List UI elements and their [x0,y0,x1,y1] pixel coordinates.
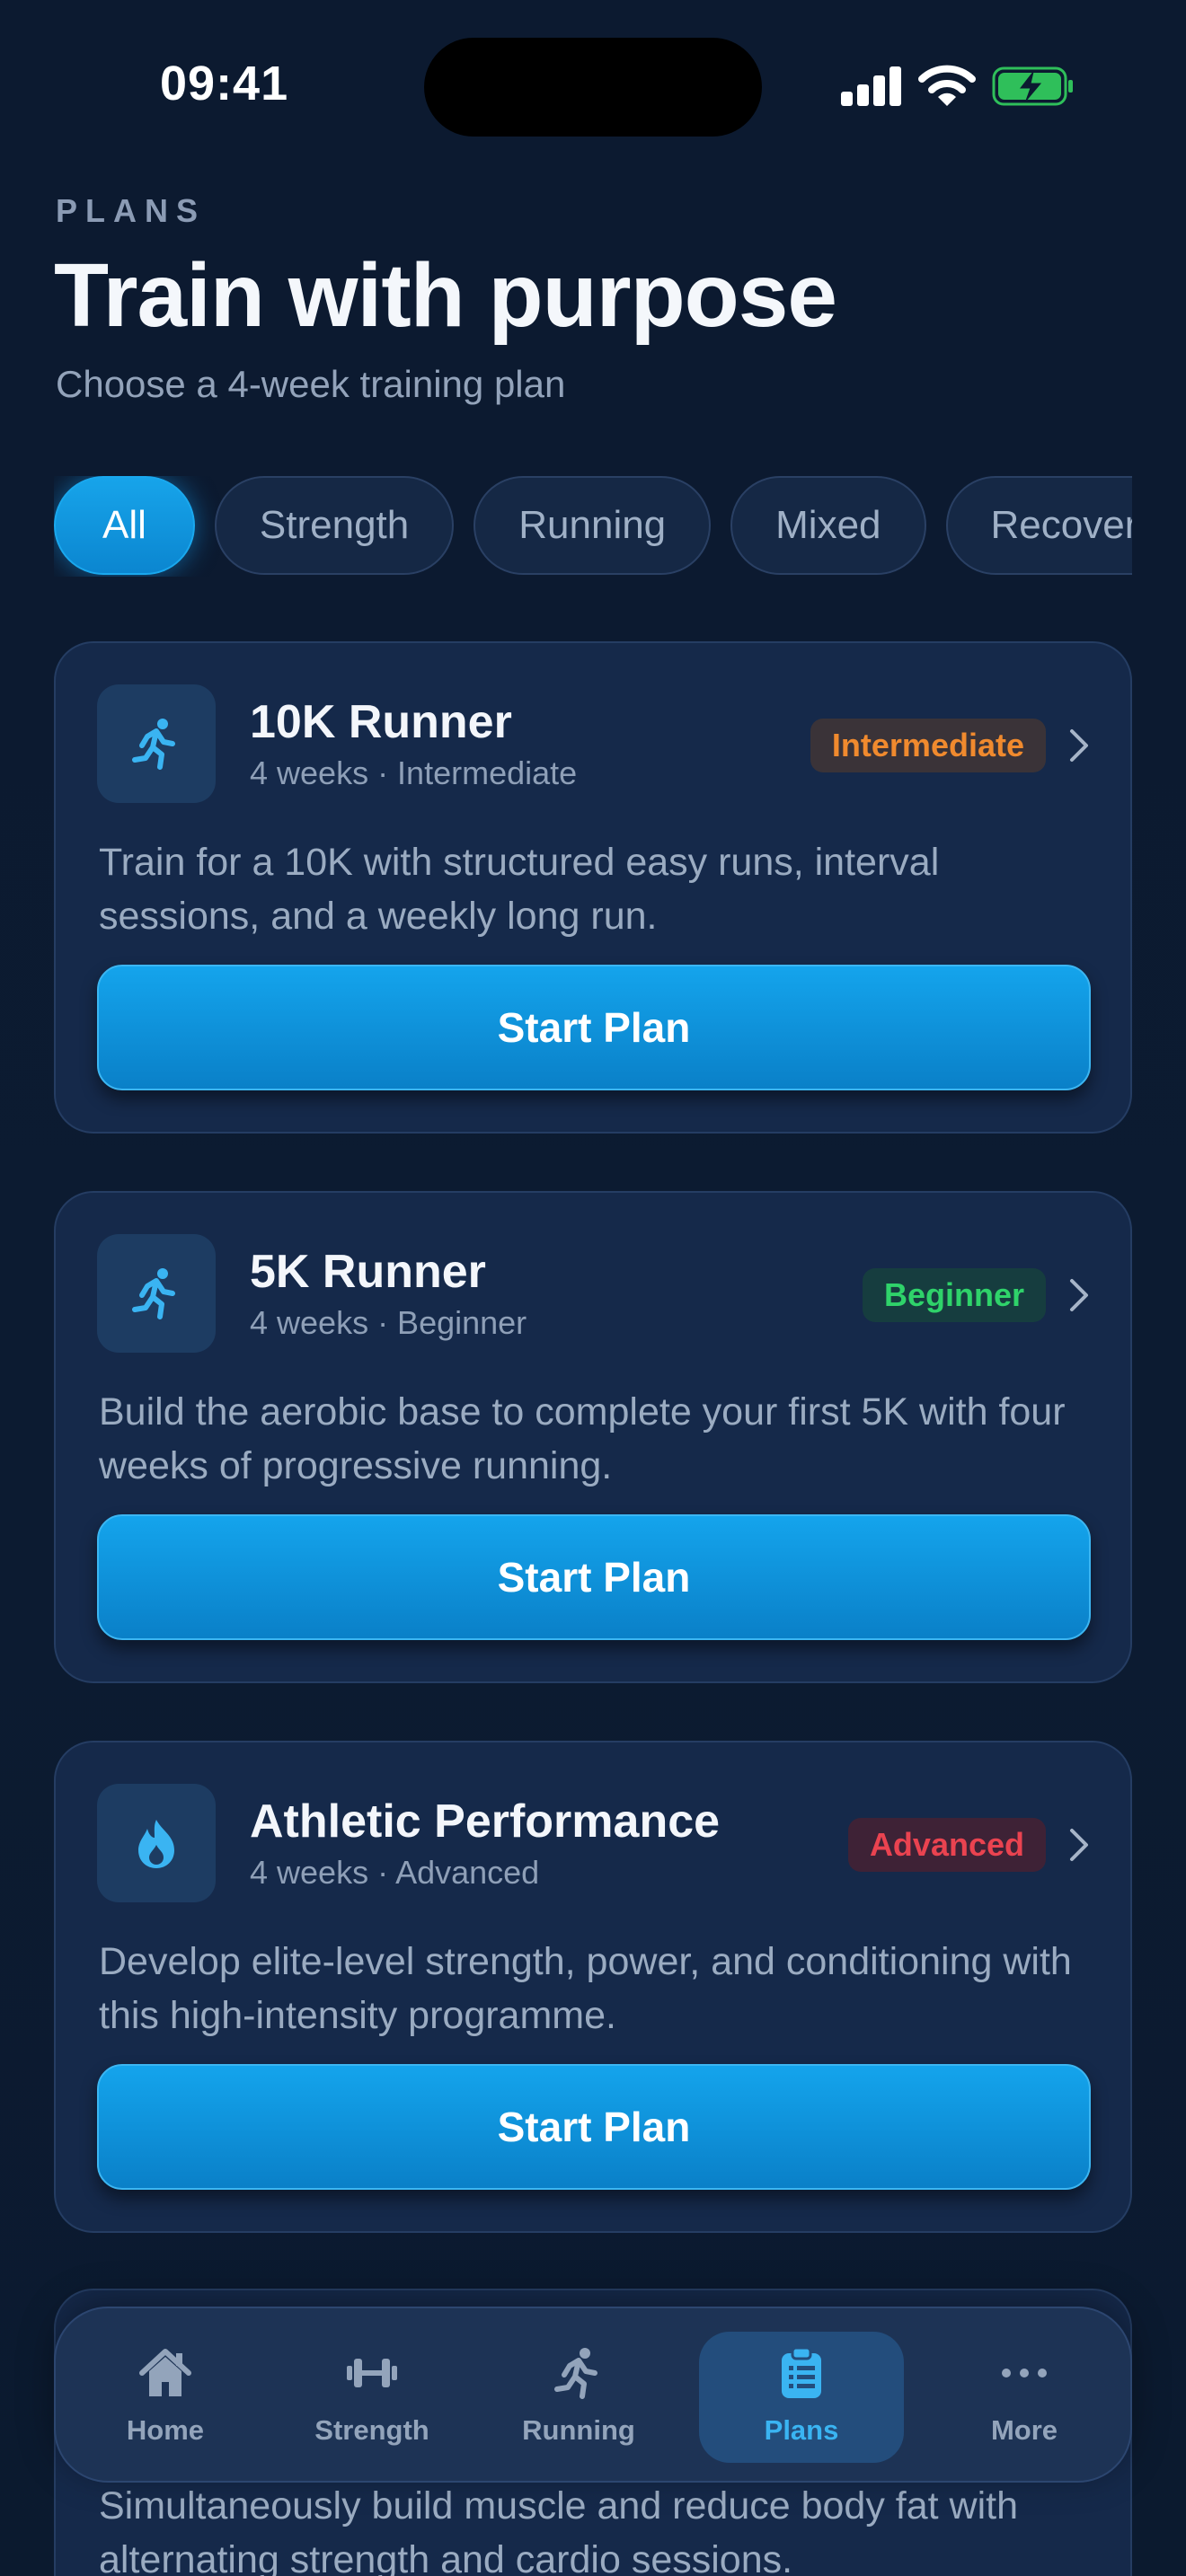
more-icon [1002,2369,1047,2378]
tab-label: Strength [314,2414,429,2446]
wifi-icon [918,65,976,106]
start-plan-button[interactable]: Start Plan [97,1514,1091,1640]
plan-description: Develop elite-level strength, power, and… [99,1940,1072,2037]
filter-chip-running[interactable]: Running [474,476,712,575]
plan-description: Build the aerobic base to complete your … [99,1390,1066,1487]
clipboard-icon [782,2346,821,2398]
chevron-right-icon [1070,1829,1088,1861]
status-time: 09:41 [160,57,289,110]
start-plan-button[interactable]: Start Plan [97,2064,1091,2190]
chevron-right-icon [1070,729,1088,762]
cellular-signal-icon [841,65,901,106]
filter-chip-mixed[interactable]: Mixed [730,476,926,575]
runner-icon [554,2348,597,2399]
home-icon [139,2349,191,2396]
filter-chip-all[interactable]: All [54,476,195,575]
runner-icon [132,1268,175,1319]
status-bar: 09:41 [0,0,1186,162]
page-subtitle: Choose a 4-week training plan [56,363,566,405]
plan-name: 5K Runner [250,1246,486,1298]
tab-home[interactable]: Home [63,2332,268,2463]
chevron-right-icon [1070,1279,1088,1311]
dynamic-island [424,38,762,137]
plan-icon-box [97,1234,216,1353]
plan-description: Simultaneously build muscle and reduce b… [99,2484,1019,2576]
runner-icon [132,719,175,770]
plan-meta: 4 weeks · Advanced [250,1854,540,1891]
filter-chip-recovery[interactable]: Recovery [945,476,1132,575]
tab-more[interactable]: More [922,2332,1127,2463]
flame-icon [138,1820,174,1868]
tab-label: Home [126,2414,205,2446]
plan-description: Train for a 10K with structured easy run… [99,841,940,938]
level-badge: Intermediate [810,719,1046,772]
dumbbell-icon [347,2359,397,2387]
plan-icon-box [97,684,216,803]
tab-label: Plans [764,2414,839,2446]
tab-strength[interactable]: Strength [270,2332,474,2463]
page-title: Train with purpose [54,245,837,346]
plan-name: 10K Runner [250,696,512,748]
tab-plans[interactable]: Plans [699,2332,904,2463]
plan-card-5k-runner[interactable]: 5K Runner 4 weeks · Beginner Beginner Bu… [54,1191,1132,1683]
tab-running[interactable]: Running [476,2332,681,2463]
section-eyebrow: PLANS [56,192,207,229]
filter-chips: All Strength Running Mixed Recovery [54,476,1132,577]
plans-screen: 09:41 PLANS Train with purpose Choose a … [0,0,1186,2576]
plan-card-athletic-performance[interactable]: Athletic Performance 4 weeks · Advanced … [54,1741,1132,2233]
plan-card-10k-runner[interactable]: 10K Runner 4 weeks · Intermediate Interm… [54,641,1132,1134]
tab-label: More [990,2414,1058,2446]
level-badge: Advanced [847,1818,1046,1872]
bottom-tab-bar: Home Strength Running Plans More [54,2307,1132,2483]
level-badge: Beginner [862,1268,1046,1322]
plan-meta: 4 weeks · Intermediate [250,754,578,791]
tab-label: Running [522,2414,635,2446]
plan-meta: 4 weeks · Beginner [250,1304,527,1341]
plan-name: Athletic Performance [250,1795,721,1848]
filter-chip-strength[interactable]: Strength [214,476,455,575]
plan-icon-box [97,1784,216,1902]
start-plan-button[interactable]: Start Plan [97,965,1091,1090]
battery-charging-icon [992,66,1073,106]
